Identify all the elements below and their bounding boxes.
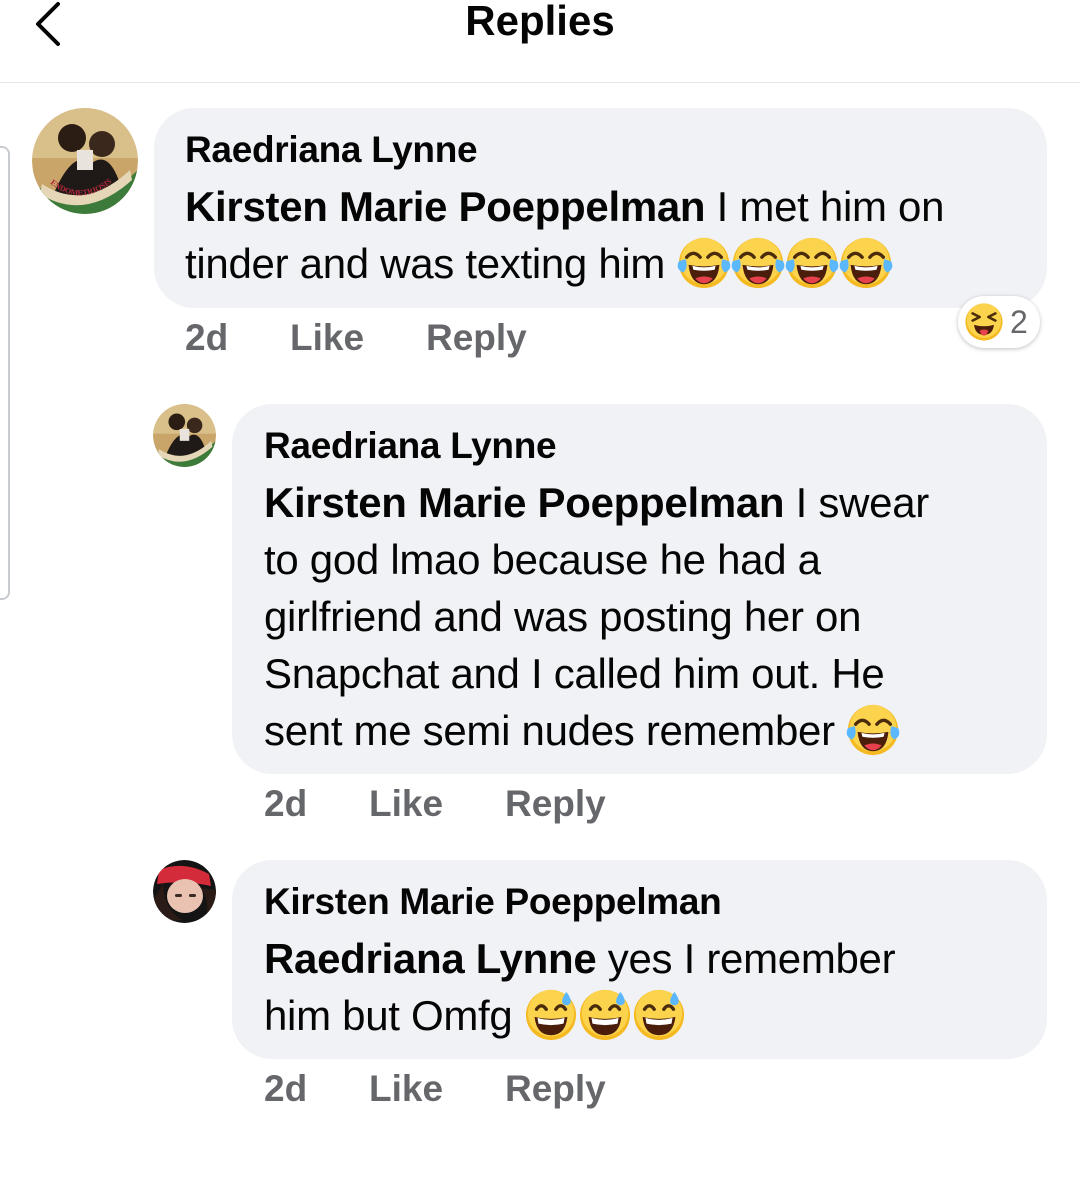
- squinting-face-with-tongue-icon: [964, 302, 1004, 342]
- like-button[interactable]: Like: [290, 316, 364, 360]
- comment-author[interactable]: Kirsten Marie Poeppelman: [264, 880, 1047, 924]
- face-with-tears-of-joy-icon: [677, 236, 731, 290]
- face-with-tears-of-joy-icon: [846, 703, 900, 757]
- comment-author[interactable]: Raedriana Lynne: [264, 424, 1047, 468]
- mention-link[interactable]: Kirsten Marie Poeppelman: [264, 479, 785, 526]
- comment-timestamp: 2d: [264, 1068, 308, 1109]
- avatar[interactable]: [153, 860, 216, 923]
- reply-button[interactable]: Reply: [426, 316, 527, 360]
- like-button[interactable]: Like: [369, 1067, 443, 1111]
- reply-button[interactable]: Reply: [505, 1067, 606, 1111]
- comment-text: Kirsten Marie Poeppelman I swear to god …: [264, 474, 1047, 759]
- face-with-tears-of-joy-icon: [785, 236, 839, 290]
- grinning-face-with-sweat-icon: [524, 988, 578, 1042]
- comment-bubble[interactable]: Kirsten Marie Poeppelman Raedriana Lynne…: [232, 860, 1047, 1059]
- face-with-tears-of-joy-icon: [731, 236, 785, 290]
- avatar[interactable]: [153, 404, 216, 467]
- comment-author[interactable]: Raedriana Lynne: [185, 128, 1047, 172]
- comment-timestamp: 2d: [264, 783, 308, 824]
- page-title: Replies: [465, 0, 615, 44]
- comment-text: Raedriana Lynne yes I remember him but O…: [264, 930, 1047, 1044]
- grinning-face-with-sweat-icon: [578, 988, 632, 1042]
- avatar[interactable]: ENDOMETRIOSIS: [32, 108, 138, 214]
- comment-text: Kirsten Marie Poeppelman I met him on ti…: [185, 178, 1047, 292]
- comment-bubble[interactable]: Raedriana Lynne Kirsten Marie Poeppelman…: [232, 404, 1047, 774]
- comment-timestamp: 2d: [185, 317, 229, 358]
- mention-link[interactable]: Raedriana Lynne: [264, 935, 597, 982]
- profile-photo: [153, 404, 216, 467]
- grinning-face-with-sweat-icon: [632, 988, 686, 1042]
- face-with-tears-of-joy-icon: [839, 236, 893, 290]
- profile-photo: ENDOMETRIOSIS: [32, 108, 138, 214]
- comment-bubble[interactable]: Raedriana Lynne Kirsten Marie Poeppelman…: [154, 108, 1047, 308]
- profile-photo: [153, 860, 216, 923]
- like-button[interactable]: Like: [369, 782, 443, 826]
- thread-line: [0, 146, 10, 600]
- header-bar: Replies: [0, 0, 1080, 83]
- mention-link[interactable]: Kirsten Marie Poeppelman: [185, 183, 706, 230]
- reaction-count-badge[interactable]: 2: [958, 296, 1040, 348]
- reply-button[interactable]: Reply: [505, 782, 606, 826]
